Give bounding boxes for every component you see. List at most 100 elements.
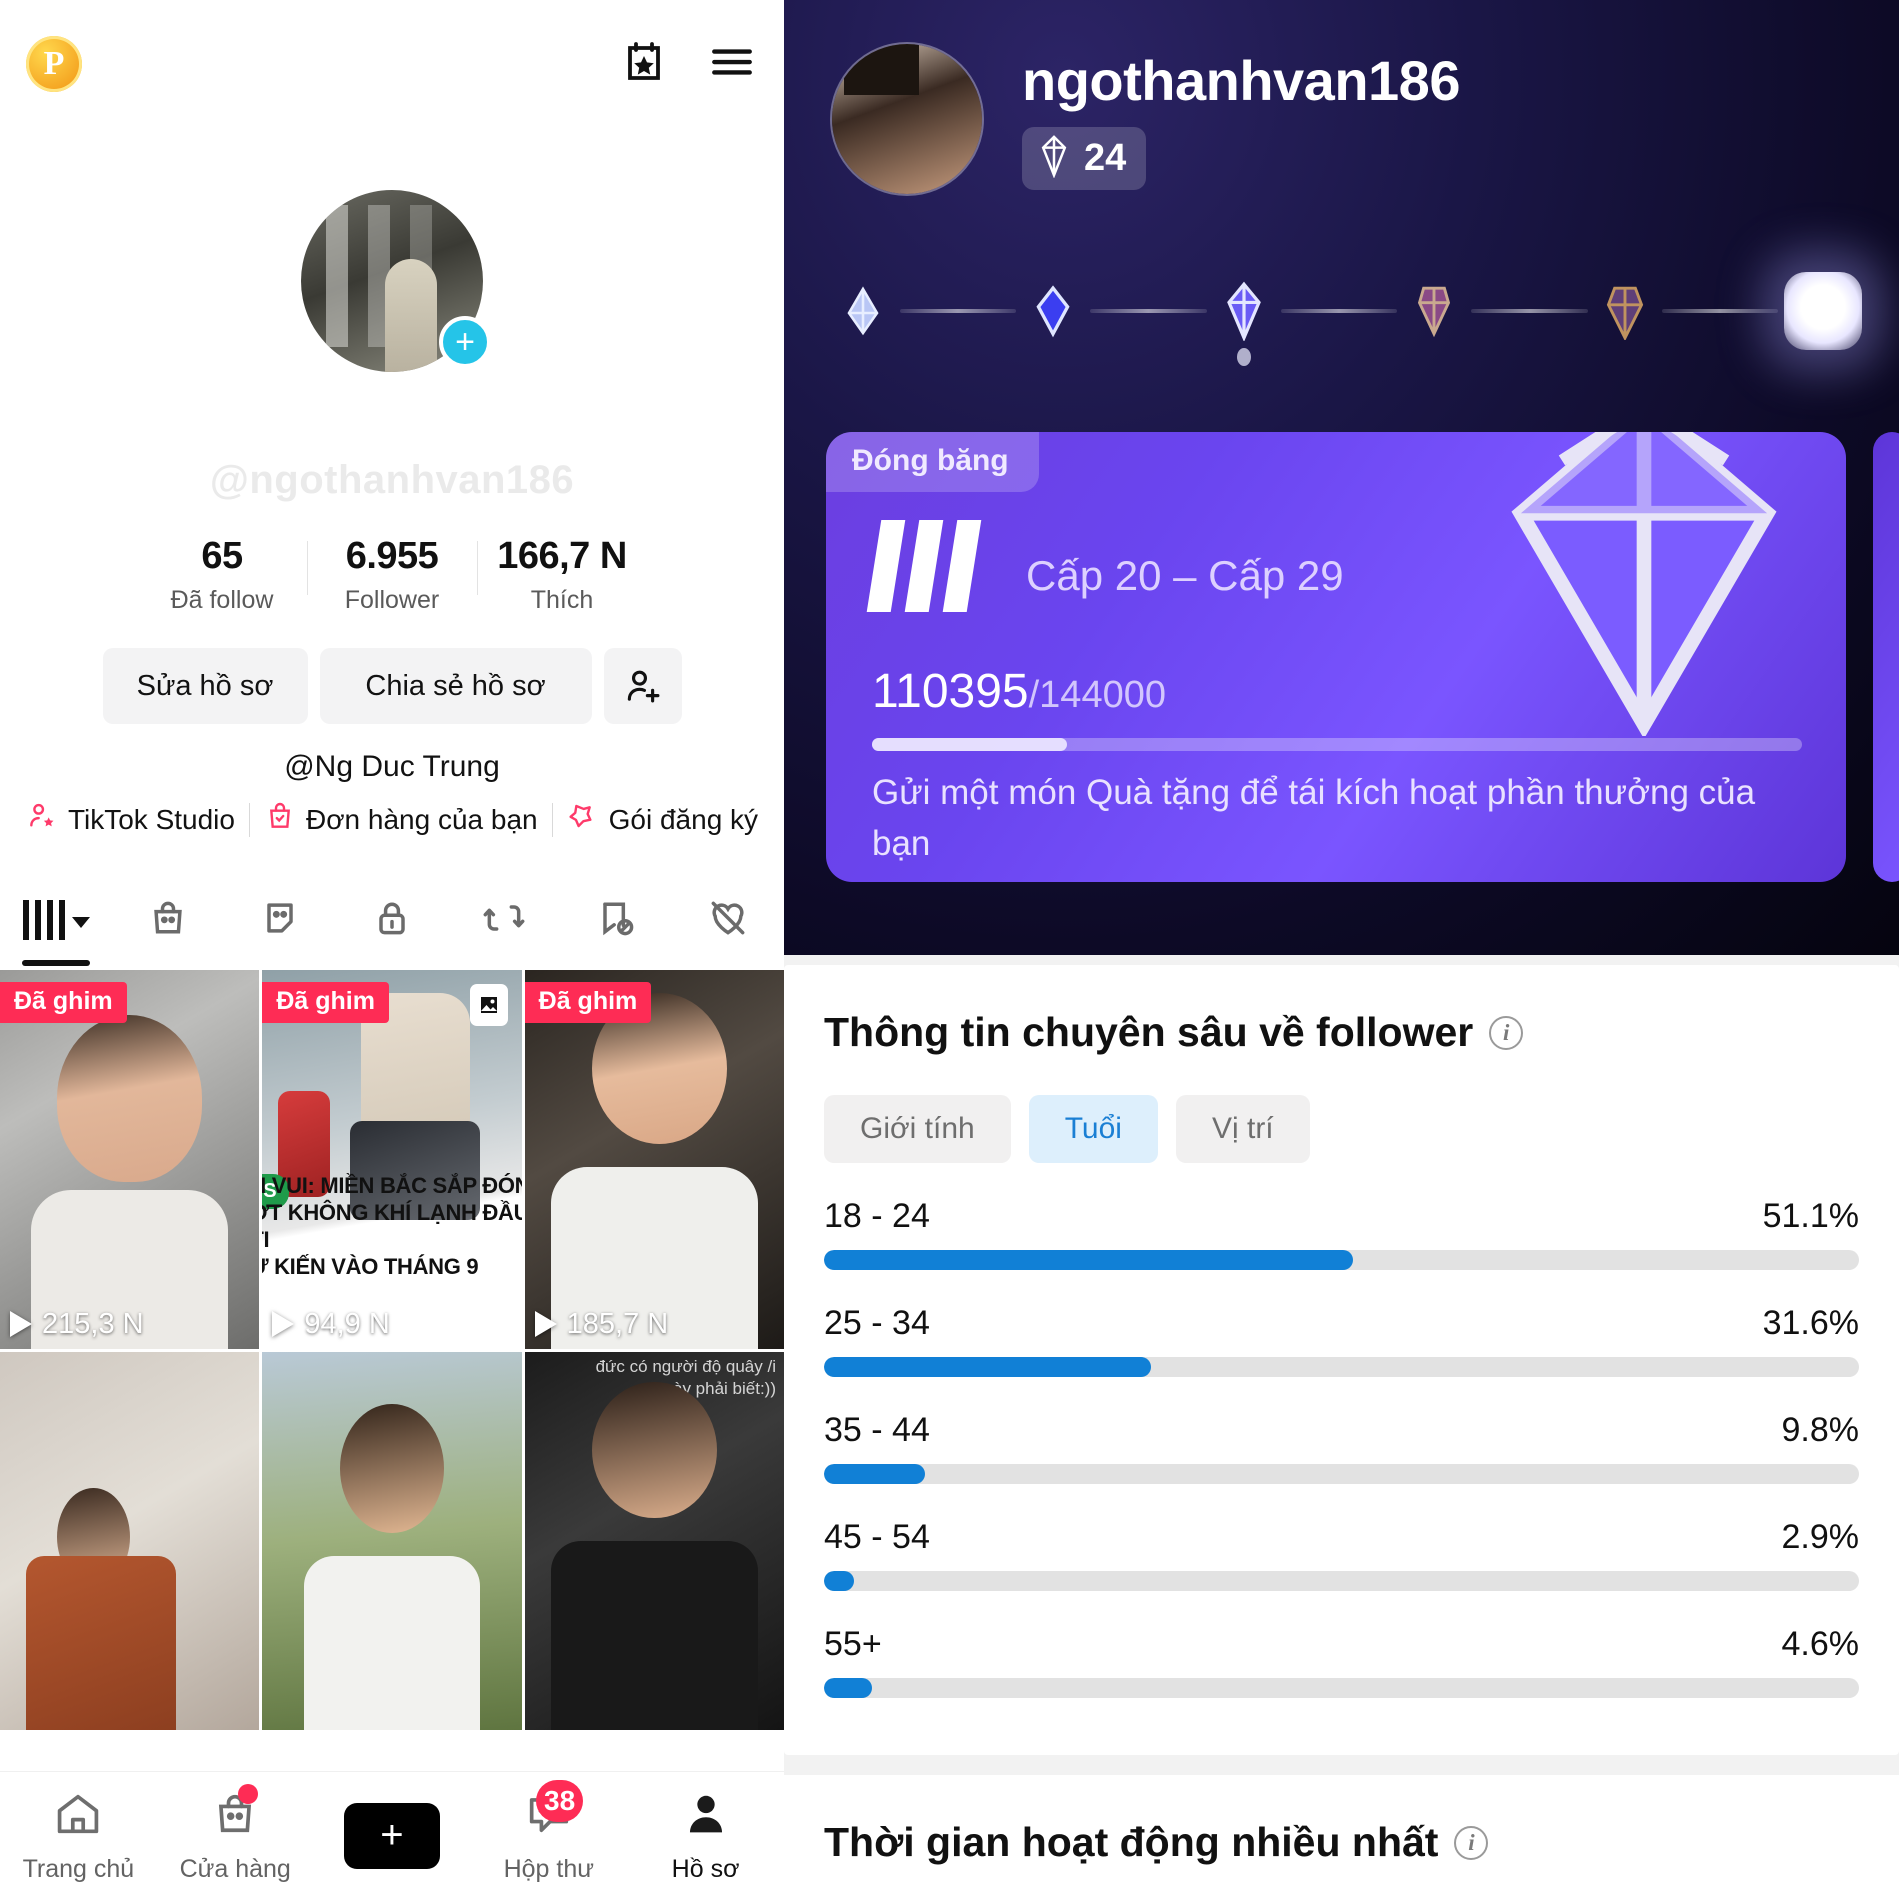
age-percent-value: 2.9%: [1781, 1518, 1860, 1556]
stat-likes[interactable]: 166,7 N Thích: [477, 535, 647, 615]
gem-tier-4-icon[interactable]: [1403, 280, 1465, 342]
age-row: 25 - 34 31.6%: [824, 1304, 1859, 1377]
quicklink-your-orders[interactable]: Đơn hàng của bạn: [250, 800, 552, 839]
track-segment: [900, 309, 1017, 313]
caption-line: đức có người độ quây /i: [595, 1356, 776, 1376]
gem-tier-6-icon[interactable]: [1784, 272, 1863, 350]
age-percent-value: 9.8%: [1781, 1411, 1860, 1449]
tab-shop[interactable]: [112, 870, 224, 970]
segment-age[interactable]: Tuổi: [1028, 1095, 1158, 1163]
video-cell[interactable]: WS N VUI: MIỀN BẮC SẮP ĐÓN ỢT KHÔNG KHÍ …: [262, 970, 522, 1349]
tab-videos[interactable]: [0, 870, 112, 970]
info-icon[interactable]: i: [1454, 1825, 1489, 1860]
stat-label: Follower: [344, 586, 440, 614]
frozen-badge: Đóng băng: [826, 432, 1039, 492]
nav-item-inbox[interactable]: 38 Hộp thư: [470, 1779, 627, 1884]
age-row: 55+ 4.6%: [824, 1625, 1859, 1698]
nav-item-create[interactable]: +: [314, 1802, 471, 1869]
stat-following[interactable]: 65 Đã follow: [137, 535, 307, 615]
next-card-peek[interactable]: [1873, 432, 1899, 882]
create-plus-icon[interactable]: +: [334, 1802, 449, 1869]
progress-bar-fill: [872, 738, 1068, 751]
inbox-badge: 38: [536, 1779, 584, 1822]
bars-dropdown-icon: [22, 900, 65, 940]
video-thumbnail: [262, 1351, 522, 1730]
quicklink-subscription[interactable]: Gói đăng ký: [553, 800, 772, 839]
tab-effects[interactable]: [224, 870, 336, 970]
insight-segmented-control: Giới tính Tuổi Vị trí: [824, 1095, 1310, 1163]
age-range-label: 55+: [824, 1625, 882, 1663]
stat-followers[interactable]: 6.955 Follower: [307, 535, 477, 615]
calendar-star-icon[interactable]: [616, 34, 672, 90]
tab-unsaved[interactable]: [560, 870, 672, 970]
add-person-icon[interactable]: [603, 648, 682, 724]
view-count: 185,7 N: [534, 1307, 669, 1341]
age-range-label: 25 - 34: [824, 1304, 930, 1342]
gem-tier-3-icon[interactable]: [1213, 280, 1275, 342]
profile-actions: Sửa hồ sơ Chia sẻ hồ sơ: [0, 648, 784, 724]
video-cell[interactable]: Đã ghim 185,7 N: [524, 970, 784, 1349]
tab-reposts[interactable]: [448, 870, 560, 970]
caption-line: ỢT KHÔNG KHÍ LẠNH ĐẦU TI: [262, 1199, 522, 1252]
section-title: Thông tin chuyên sâu về follower i: [824, 1009, 1524, 1056]
level-hero: ngothanhvan186 24 Đóng băng Cấp 20 – Cấp…: [784, 0, 1899, 955]
quicklink-label: Đơn hàng của bạn: [305, 803, 538, 835]
avatar[interactable]: [832, 44, 982, 194]
video-cell[interactable]: [0, 1351, 260, 1730]
share-profile-button[interactable]: Chia sẻ hồ sơ: [319, 648, 592, 724]
video-cell[interactable]: [262, 1351, 522, 1730]
view-count-value: 215,3 N: [42, 1307, 144, 1340]
bar-fill: [824, 1357, 1152, 1377]
pinned-badge: Đã ghim: [0, 982, 127, 1023]
pinned-badge: Đã ghim: [524, 982, 652, 1023]
nav-item-home[interactable]: Trang chủ: [0, 1788, 157, 1884]
video-thumbnail: WS N VUI: MIỀN BẮC SẮP ĐÓN ỢT KHÔNG KHÍ …: [262, 970, 522, 1349]
nav-label: Hồ sơ: [671, 1854, 740, 1883]
quicklink-tiktok-studio[interactable]: TikTok Studio: [12, 800, 249, 839]
info-icon[interactable]: i: [1489, 1015, 1524, 1050]
avatar[interactable]: +: [301, 190, 491, 372]
most-active-time-section: Thời gian hoạt động nhiều nhất i: [784, 1775, 1899, 1899]
tab-private[interactable]: [336, 870, 448, 970]
thumbnail-caption: N VUI: MIỀN BẮC SẮP ĐÓN ỢT KHÔNG KHÍ LẠN…: [262, 1173, 521, 1280]
topbar-actions: [616, 34, 760, 90]
video-thumbnail: [524, 970, 784, 1349]
heart-off-icon: [706, 896, 750, 945]
person-star-icon: [26, 800, 58, 839]
stat-value: 6.955: [345, 535, 439, 577]
segment-location[interactable]: Vị trí: [1175, 1095, 1310, 1163]
quicklink-label: TikTok Studio: [67, 803, 235, 835]
bar-track: [824, 1678, 1859, 1698]
gem-tier-2-icon[interactable]: [1022, 280, 1084, 342]
gem-icon: [1034, 134, 1074, 183]
progress-current: 110395: [872, 665, 1029, 718]
play-icon: [534, 1311, 557, 1337]
tab-unliked[interactable]: [672, 870, 784, 970]
hamburger-menu-icon[interactable]: [704, 34, 760, 90]
big-diamond-icon: [1494, 432, 1794, 739]
gem-tier-1-icon[interactable]: [832, 280, 894, 342]
plus-icon[interactable]: +: [439, 316, 491, 368]
thumbnail-caption: đức có người độ quây /i ngày phải biết:)…: [596, 1356, 776, 1400]
age-row-header: 18 - 24 51.1%: [824, 1197, 1859, 1236]
section-title: Thời gian hoạt động nhiều nhất i: [824, 1819, 1489, 1866]
view-count-value: 185,7 N: [566, 1307, 669, 1340]
bookmark-off-icon: [594, 896, 638, 945]
gem-tier-5-icon[interactable]: [1594, 280, 1656, 342]
video-cell[interactable]: đức có người độ quây /i ngày phải biết:)…: [524, 1351, 784, 1730]
level-badge[interactable]: 24: [1022, 127, 1147, 190]
age-row-header: 55+ 4.6%: [824, 1625, 1859, 1664]
segment-gender[interactable]: Giới tính: [824, 1095, 1011, 1163]
stat-value: 65: [201, 535, 243, 577]
track-segment: [1471, 309, 1588, 313]
age-row: 35 - 44 9.8%: [824, 1411, 1859, 1484]
age-row-header: 35 - 44 9.8%: [824, 1411, 1859, 1450]
profile-stats: 65 Đã follow 6.955 Follower 166,7 N Thíc…: [0, 535, 784, 615]
coin-p-icon[interactable]: P: [26, 36, 82, 92]
follower-insights-section: Thông tin chuyên sâu về follower i Giới …: [784, 965, 1899, 1755]
video-cell[interactable]: Đã ghim 215,3 N: [0, 970, 260, 1349]
nav-item-profile[interactable]: Hồ sơ: [627, 1788, 784, 1884]
nav-item-shop[interactable]: Cửa hàng: [157, 1783, 314, 1884]
edit-profile-button[interactable]: Sửa hồ sơ: [102, 648, 308, 724]
subscription-star-icon: [567, 800, 599, 839]
